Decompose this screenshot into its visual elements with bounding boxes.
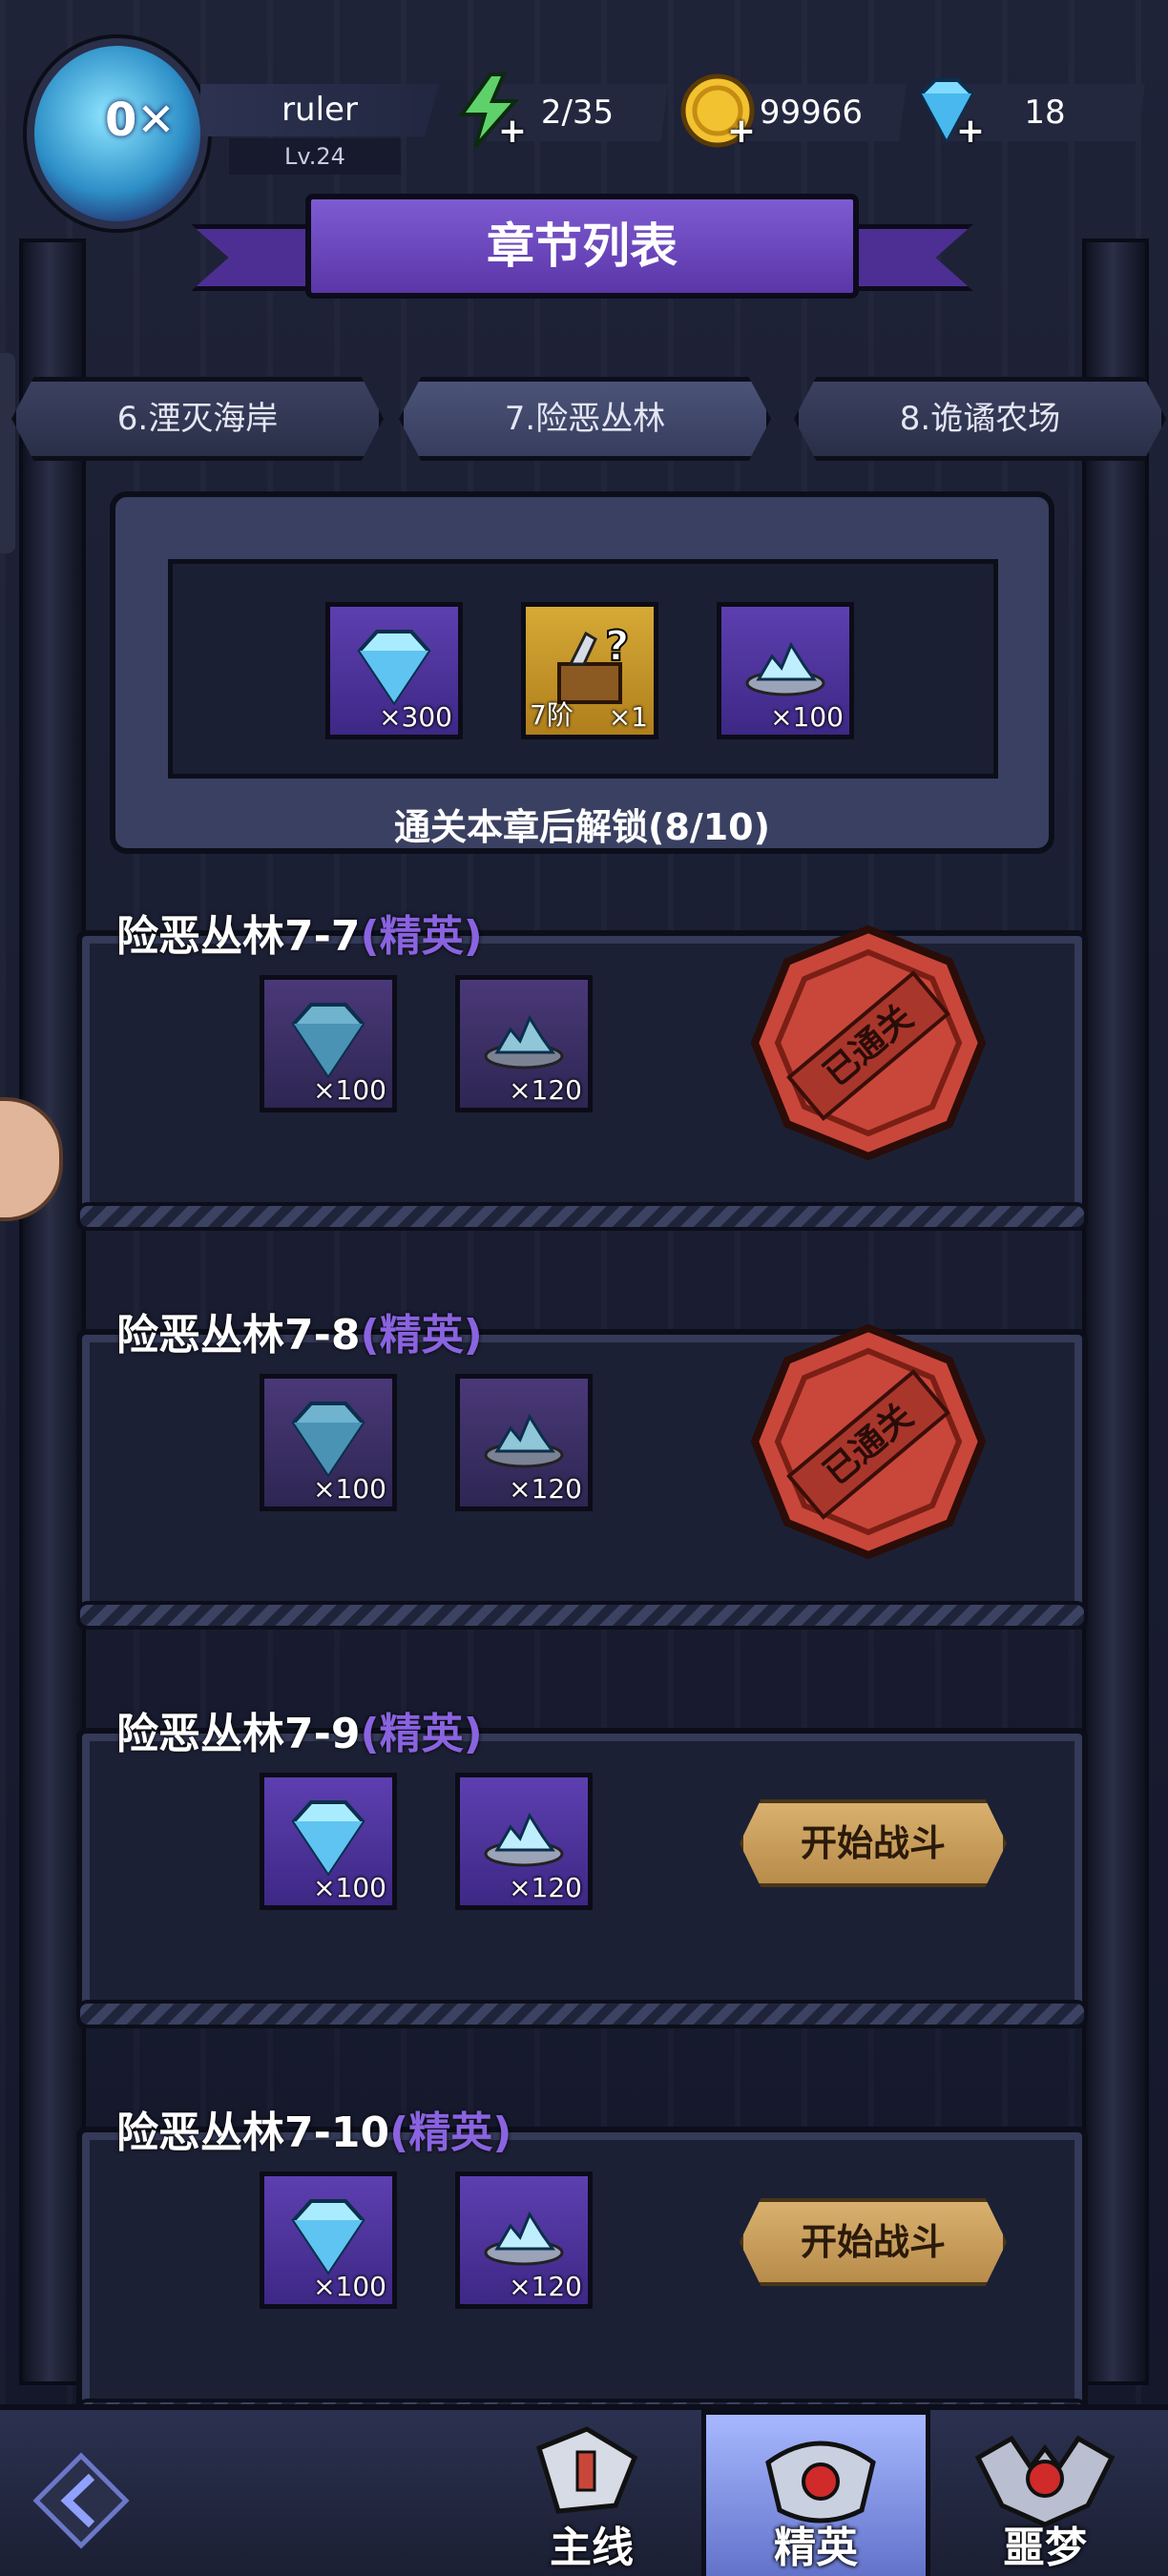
level-reward-crystal-shards[interactable]: ×120 bbox=[455, 1773, 593, 1910]
nav-label: 主线 bbox=[550, 2524, 634, 2572]
level-title: 险恶丛林7-7(精英) bbox=[116, 902, 483, 963]
diamond-icon bbox=[291, 1800, 365, 1877]
level-name: 险恶丛林7-8 bbox=[116, 1311, 361, 1360]
reward-count: ×100 bbox=[313, 1473, 386, 1505]
reward-count: ×120 bbox=[509, 1872, 582, 1903]
gold-resource[interactable]: 99966 + bbox=[678, 73, 907, 149]
coin-icon: + bbox=[678, 71, 758, 151]
name-plate: ruler Lv.24 bbox=[200, 84, 439, 176]
level-card: 险恶丛林7-10(精英) ×100 ×120 开始战斗 bbox=[76, 2074, 1088, 2427]
reward-item-mystery-chest[interactable]: ? 7阶 ×1 bbox=[521, 602, 658, 739]
level-reward-diamond[interactable]: ×100 bbox=[260, 975, 397, 1112]
cleared-stamp: 已通关 bbox=[749, 924, 988, 1162]
start-battle-button[interactable]: 开始战斗 bbox=[740, 1799, 1007, 1887]
diamond-resource[interactable]: 18 + bbox=[907, 78, 1145, 149]
level-name: 险恶丛林7-7 bbox=[116, 912, 361, 961]
nav-tab-elite[interactable]: 精英 bbox=[701, 2410, 930, 2576]
reward-item-diamond[interactable]: ×300 bbox=[325, 602, 463, 739]
tab-chapter-8[interactable]: 8.诡谲农场 bbox=[794, 377, 1166, 461]
reward-item-crystal-shards[interactable]: ×100 bbox=[717, 602, 854, 739]
right-pillar bbox=[1082, 239, 1149, 2385]
level-card: 险恶丛林7-9(精英) ×100 ×120 开始战斗 bbox=[76, 1675, 1088, 2028]
level-reward-diamond[interactable]: ×100 bbox=[260, 1773, 397, 1910]
svg-text:?: ? bbox=[605, 622, 630, 671]
nav-tab-nightmare[interactable]: 噩梦 bbox=[930, 2410, 1159, 2576]
reward-count: ×100 bbox=[770, 701, 844, 733]
vine-border bbox=[76, 1202, 1088, 1231]
diamond-icon bbox=[291, 1402, 365, 1478]
diamond-icon bbox=[291, 1003, 365, 1079]
chapter-reward-panel: ×300 ? 7阶 ×1 ×100 通关本章后解锁(8/10) bbox=[110, 491, 1054, 854]
top-bar: 0✕ ruler Lv.24 2/35 + 99966 + 18 + bbox=[0, 0, 1168, 229]
crystal-shards-icon bbox=[484, 1014, 564, 1070]
elite-tag: (精英) bbox=[389, 2109, 512, 2157]
reward-tier: 7阶 bbox=[530, 699, 574, 731]
level-card: 险恶丛林7-8(精英) ×100 ×120 已通关 bbox=[76, 1277, 1088, 1630]
level-reward-crystal-shards[interactable]: ×120 bbox=[455, 1374, 593, 1511]
diamond-icon bbox=[357, 630, 431, 706]
page-title: 章节列表 bbox=[305, 194, 859, 299]
plus-icon: + bbox=[955, 112, 985, 151]
reward-count: ×120 bbox=[509, 2271, 582, 2302]
level-reward-diamond[interactable]: ×100 bbox=[260, 2171, 397, 2309]
level-reward-crystal-shards[interactable]: ×120 bbox=[455, 2171, 593, 2309]
crystal-shards-icon bbox=[484, 2211, 564, 2266]
reward-count: ×120 bbox=[509, 1074, 582, 1106]
player-level: Lv.24 bbox=[229, 138, 401, 175]
plus-icon: + bbox=[497, 112, 527, 151]
tab-chapter-6[interactable]: 6.湮灭海岸 bbox=[11, 377, 384, 461]
energy-resource[interactable]: 2/35 + bbox=[448, 73, 668, 149]
level-reward-diamond[interactable]: ×100 bbox=[260, 1374, 397, 1511]
level-reward-crystal-shards[interactable]: ×120 bbox=[455, 975, 593, 1112]
elite-tag: (精英) bbox=[360, 912, 483, 961]
crystal-shards-icon bbox=[745, 641, 825, 696]
crystal-shards-icon bbox=[484, 1812, 564, 1867]
diamond-icon bbox=[291, 2199, 365, 2275]
avatar-badge: 0✕ bbox=[105, 93, 176, 147]
bottom-nav: 主线 精英 噩梦 bbox=[0, 2404, 1168, 2576]
tab-chapter-7[interactable]: 7.险恶丛林 bbox=[399, 377, 771, 461]
crystal-shards-icon bbox=[484, 1413, 564, 1468]
vine-border bbox=[76, 2000, 1088, 2028]
plus-icon: + bbox=[726, 112, 756, 151]
player-name: ruler bbox=[200, 84, 439, 136]
level-title: 险恶丛林7-10(精英) bbox=[116, 2098, 511, 2159]
vine-border bbox=[76, 1601, 1088, 1630]
nav-tab-main[interactable]: 主线 bbox=[477, 2410, 706, 2576]
reward-count: ×100 bbox=[313, 2271, 386, 2302]
reward-count: ×100 bbox=[313, 1074, 386, 1106]
player-avatar[interactable]: 0✕ bbox=[27, 38, 208, 229]
lightning-icon: + bbox=[448, 71, 529, 151]
nav-label: 精英 bbox=[774, 2524, 858, 2572]
chapter-reward-slots: ×300 ? 7阶 ×1 ×100 bbox=[168, 559, 998, 779]
side-drawer-handle[interactable] bbox=[0, 353, 15, 553]
nav-label: 噩梦 bbox=[1003, 2524, 1087, 2572]
elite-tag: (精英) bbox=[360, 1311, 483, 1360]
reward-count: ×1 bbox=[608, 701, 648, 733]
back-arrow-icon bbox=[32, 2452, 130, 2549]
unlock-progress-text: 通关本章后解锁(8/10) bbox=[394, 806, 770, 848]
level-title: 险恶丛林7-9(精英) bbox=[116, 1699, 483, 1760]
level-title: 险恶丛林7-8(精英) bbox=[116, 1300, 483, 1361]
reward-count: ×100 bbox=[313, 1872, 386, 1903]
level-card: 险恶丛林7-7(精英) ×100 ×120 已通关 bbox=[76, 878, 1088, 1231]
reward-count: ×300 bbox=[379, 701, 452, 733]
reward-count: ×120 bbox=[509, 1473, 582, 1505]
back-button[interactable] bbox=[29, 2448, 134, 2553]
start-battle-button[interactable]: 开始战斗 bbox=[740, 2198, 1007, 2286]
diamond-icon: + bbox=[907, 71, 987, 151]
elite-tag: (精英) bbox=[360, 1710, 483, 1758]
title-ribbon: 章节列表 bbox=[191, 186, 973, 320]
level-name: 险恶丛林7-9 bbox=[116, 1710, 361, 1758]
cleared-stamp: 已通关 bbox=[749, 1322, 988, 1561]
level-name: 险恶丛林7-10 bbox=[116, 2109, 390, 2157]
